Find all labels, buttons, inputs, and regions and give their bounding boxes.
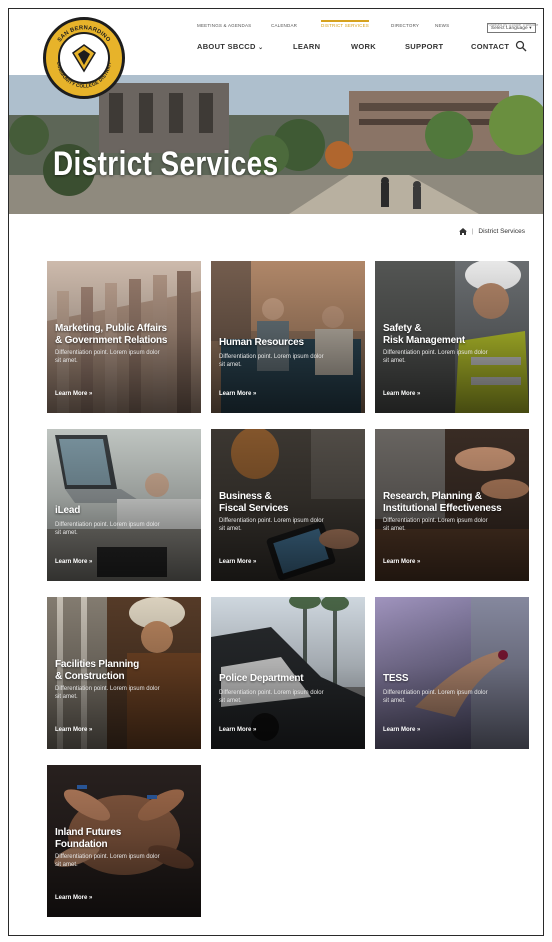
card-description: Differentiation point. Lorem ipsum dolor…: [219, 354, 324, 368]
card-title-line: Risk Management: [383, 334, 466, 346]
learn-more-link[interactable]: Learn More »: [383, 559, 420, 565]
learn-more-link[interactable]: Learn More »: [55, 559, 92, 565]
card-title: Inland Futures Foundation: [55, 827, 121, 850]
nav-learn[interactable]: LEARN: [293, 42, 320, 51]
logo-seal: SAN BERNARDINO COMMUNITY COLLEGE DISTRIC…: [55, 25, 113, 90]
card-description: Differentiation point. Lorem ipsum dolor…: [383, 690, 488, 704]
card-title-line: Inland Futures: [55, 827, 122, 838]
learn-more-link[interactable]: Learn More »: [383, 391, 420, 397]
card-title-line: Business &: [219, 491, 272, 502]
utility-nav: MEETINGS & AGENDAS CALENDAR DISTRICT SER…: [197, 20, 538, 35]
service-card-police[interactable]: Police Department Differentiation point.…: [211, 597, 365, 749]
card-title: Research, Planning & Institutional Effec…: [383, 491, 502, 514]
learn-more-link[interactable]: Learn More »: [383, 727, 420, 733]
card-title-line: Institutional Effectiveness: [383, 502, 502, 514]
breadcrumb-current: District Services: [478, 228, 525, 235]
card-title-line: Police Department: [219, 673, 304, 684]
svg-text:COMMUNITY COLLEGE DISTRICT: COMMUNITY COLLEGE DISTRICT: [55, 61, 113, 89]
learn-more-link[interactable]: Learn More »: [55, 391, 92, 397]
nav-district-services[interactable]: DISTRICT SERVICES: [321, 20, 369, 28]
chevron-down-icon: ⌄: [258, 45, 264, 51]
service-card-ilead[interactable]: iLead Differentiation point. Lorem ipsum…: [47, 429, 201, 581]
learn-more-link[interactable]: Learn More »: [219, 391, 256, 397]
card-title-line: Marketing, Public Affairs: [55, 323, 167, 334]
card-title-line: iLead: [55, 505, 81, 516]
card-title: Marketing, Public Affairs & Government R…: [55, 323, 167, 346]
card-title-line: TESS: [383, 673, 409, 684]
nav-about-sbccd[interactable]: ABOUT SBCCD ⌄: [197, 42, 263, 51]
card-description: Differentiation point. Lorem ipsum dolor…: [55, 686, 160, 700]
card-title: TESS: [383, 673, 409, 685]
svg-text:SAN BERNARDINO: SAN BERNARDINO: [57, 25, 111, 43]
card-description: Differentiation point. Lorem ipsum dolor…: [219, 518, 324, 532]
card-title-line: Human Resources: [219, 337, 304, 348]
service-card-human-resources[interactable]: Human Resources Differentiation point. L…: [211, 261, 365, 413]
service-card-safety[interactable]: Safety & Risk Management Differentiation…: [375, 261, 529, 413]
card-title-line: & Government Relations: [55, 334, 168, 346]
learn-more-link[interactable]: Learn More »: [219, 727, 256, 733]
nav-about-label: ABOUT SBCCD: [197, 42, 256, 51]
card-title: Human Resources: [219, 337, 304, 349]
card-title-line: & Construction: [55, 670, 125, 682]
card-description: Differentiation point. Lorem ipsum dolor…: [383, 518, 488, 532]
card-description: Differentiation point. Lorem ipsum dolor…: [55, 522, 160, 536]
sbccd-logo[interactable]: SAN BERNARDINO COMMUNITY COLLEGE DISTRIC…: [43, 17, 125, 99]
page-title: District Services: [53, 145, 279, 183]
breadcrumb-separator: |: [471, 228, 474, 235]
nav-support[interactable]: SUPPORT: [405, 42, 443, 51]
learn-more-link[interactable]: Learn More »: [55, 727, 92, 733]
search-icon[interactable]: [515, 40, 527, 52]
nav-news[interactable]: NEWS: [435, 23, 449, 28]
card-title: Business & Fiscal Services: [219, 491, 288, 514]
learn-more-link[interactable]: Learn More »: [55, 895, 92, 901]
main-nav: ABOUT SBCCD ⌄ LEARN WORK SUPPORT CONTACT: [197, 42, 529, 56]
card-title: Safety & Risk Management: [383, 323, 465, 346]
service-card-marketing[interactable]: Marketing, Public Affairs & Government R…: [47, 261, 201, 413]
card-description: Differentiation point. Lorem ipsum dolor…: [219, 690, 324, 704]
card-title: iLead: [55, 505, 80, 517]
service-card-business-fiscal[interactable]: Business & Fiscal Services Differentiati…: [211, 429, 365, 581]
card-description: Differentiation point. Lorem ipsum dolor…: [383, 350, 488, 364]
page-frame: MEETINGS & AGENDAS CALENDAR DISTRICT SER…: [8, 8, 544, 936]
home-icon[interactable]: [458, 228, 467, 235]
card-title-line: Foundation: [55, 838, 108, 850]
card-title-line: Safety &: [383, 323, 422, 334]
nav-directory[interactable]: DIRECTORY: [391, 23, 419, 28]
service-card-tess[interactable]: TESS Differentiation point. Lorem ipsum …: [375, 597, 529, 749]
card-description: Differentiation point. Lorem ipsum dolor…: [55, 350, 160, 364]
card-title: Police Department: [219, 673, 304, 685]
service-card-facilities[interactable]: Facilities Planning & Construction Diffe…: [47, 597, 201, 749]
powered-by-translate: Powered by Google Translate: [487, 23, 539, 27]
breadcrumb: | District Services: [458, 228, 525, 235]
card-title-line: Research, Planning &: [383, 491, 482, 502]
card-description: Differentiation point. Lorem ipsum dolor…: [55, 854, 160, 868]
service-card-research-planning[interactable]: Research, Planning & Institutional Effec…: [375, 429, 529, 581]
card-title-line: Fiscal Services: [219, 502, 289, 514]
nav-contact[interactable]: CONTACT: [471, 42, 509, 51]
card-title-line: Facilities Planning: [55, 659, 139, 670]
card-title: Facilities Planning & Construction: [55, 659, 139, 682]
nav-calendar[interactable]: CALENDAR: [271, 23, 297, 28]
nav-meetings-agendas[interactable]: MEETINGS & AGENDAS: [197, 23, 251, 28]
nav-work[interactable]: WORK: [351, 42, 376, 51]
learn-more-link[interactable]: Learn More »: [219, 559, 256, 565]
service-card-inland-futures[interactable]: Inland Futures Foundation Differentiatio…: [47, 765, 201, 917]
